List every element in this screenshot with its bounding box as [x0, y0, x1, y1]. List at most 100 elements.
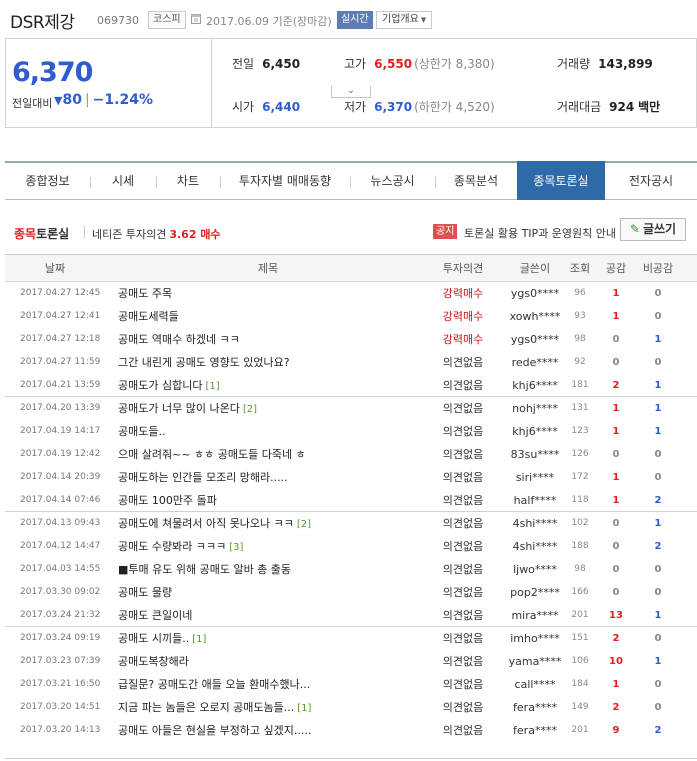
post-views: 96	[574, 288, 586, 298]
post-bad: 0	[654, 587, 662, 598]
table-row[interactable]: 2017.04.13 09:43 공매도에 쳐물려서 아직 못나오나 ㅋㅋ [2] 의…	[5, 512, 697, 535]
post-title-link[interactable]: 공매도에 쳐물려서 아직 못나오나 ㅋㅋ [2]	[118, 512, 418, 535]
post-title-link[interactable]: 공매도 100만주 돌파	[118, 489, 418, 512]
post-title-link[interactable]: 으매 살려줘~~ ㅎㅎ 공매도들 다죽네 ㅎ	[118, 443, 418, 466]
volume-label: 거래량	[557, 57, 591, 71]
post-title-link[interactable]: 지금 파는 놈들은 오로지 공매도놈들... [1]	[118, 696, 418, 719]
lower-limit: (하한가 4,520)	[414, 100, 495, 114]
post-date: 2017.04.14 20:39	[20, 472, 100, 482]
table-row[interactable]: 2017.03.20 14:13 공매도 아들은 현실을 부정하고 싶겠지....…	[5, 719, 697, 742]
tab-overview[interactable]: 종합정보	[5, 163, 90, 200]
market-badge: 코스피	[148, 11, 186, 29]
post-date: 2017.04.21 13:59	[20, 380, 100, 390]
post-title-link[interactable]: 공매도 수량봐라 ㅋㅋㅋ [3]	[118, 535, 418, 558]
chevron-down-icon: ▼	[420, 16, 427, 24]
tab-discussion[interactable]: 종목토론실	[517, 161, 605, 200]
table-row[interactable]: 2017.04.19 12:42 으매 살려줘~~ ㅎㅎ 공매도들 다죽네 ㅎ 의견…	[5, 443, 697, 466]
trade-amount: 거래대금 924 백만	[557, 98, 660, 115]
post-writer: rede****	[511, 356, 559, 369]
tab-disclosure[interactable]: 전자공시	[605, 163, 697, 200]
table-row[interactable]: 2017.03.23 07:39 공매도복창해라 의견없음 yama**** 106 10…	[5, 650, 697, 673]
table-row[interactable]: 2017.04.27 11:59 그간 내린게 공매도 영향도 있었나요? 의견없음…	[5, 351, 697, 374]
post-views: 118	[571, 495, 589, 505]
table-row[interactable]: 2017.04.27 12:41 공매도세력들 강력매수 xowh**** 93 1 0	[5, 305, 697, 328]
post-title: 공매도가 심합니다	[118, 379, 203, 392]
company-info-dropdown[interactable]: 기업개요 ▼	[376, 11, 433, 29]
post-views: 201	[571, 610, 589, 620]
post-bad: 0	[654, 472, 662, 483]
post-title-link[interactable]: 공매도 물량	[118, 581, 418, 604]
post-title-link[interactable]: 공매도들..	[118, 420, 418, 443]
table-row[interactable]: 2017.03.21 16:50 급질문? 공매도간 애들 오늘 환매수했나...…	[5, 673, 697, 696]
post-title-link[interactable]: 공매도가 심합니다 [1]	[118, 374, 418, 397]
table-row[interactable]: 2017.04.12 14:47 공매도 수량봐라 ㅋㅋㅋ [3] 의견없음 4shi*…	[5, 535, 697, 558]
expand-toggle-button[interactable]: ⌄	[331, 86, 371, 98]
post-writer: yama****	[508, 655, 562, 668]
write-button[interactable]: ✎ 글쓰기	[620, 218, 686, 241]
post-title-link[interactable]: 그간 내린게 공매도 영향도 있었나요?	[118, 351, 418, 374]
table-row[interactable]: 2017.04.19 14:17 공매도들.. 의견없음 khj6**** 123 1 1	[5, 420, 697, 443]
column-opinion: 투자의견	[442, 262, 484, 275]
notice-link[interactable]: 토론실 활용 TIP과 운영원칙 안내	[464, 225, 616, 241]
price-change: ▼80 | −1.24%	[54, 92, 153, 108]
post-title-link[interactable]: 공매도 주목	[118, 282, 418, 305]
post-opinion: 의견없음	[442, 402, 484, 415]
tab-label: 차트	[176, 174, 200, 188]
post-bad: 0	[654, 311, 662, 322]
post-date: 2017.03.24 21:32	[20, 610, 100, 620]
post-writer: fera****	[513, 724, 557, 737]
post-good: 1	[612, 472, 620, 483]
tab-news[interactable]: 뉴스공시	[350, 163, 435, 200]
tab-label: 투자자별 매매동향	[238, 174, 332, 188]
table-row[interactable]: 2017.04.27 12:18 공매도 역매수 하겠네 ㅋㅋ 강력매수 ygs0**…	[5, 328, 697, 351]
tab-quotes[interactable]: 시세	[90, 163, 156, 200]
table-row[interactable]: 2017.04.21 13:59 공매도가 심합니다 [1] 의견없음 khj6****…	[5, 374, 697, 397]
post-good: 0	[612, 587, 620, 598]
tab-investor-trends[interactable]: 투자자별 매매동향	[220, 163, 350, 200]
post-good: 1	[612, 288, 620, 299]
column-date: 날짜	[44, 262, 66, 275]
table-header: 날짜 제목 투자의견 글쓴이 조회 공감 비공감	[5, 254, 697, 282]
post-title-link[interactable]: 급질문? 공매도간 애들 오늘 환매수했나...	[118, 673, 418, 696]
table-row[interactable]: 2017.03.24 09:19 공매도 시끼들.. [1] 의견없음 imho****…	[5, 627, 697, 650]
table-row[interactable]: 2017.04.03 14:55 ■투매 유도 위해 공매도 알바 총 출동 의견없…	[5, 558, 697, 581]
post-good: 1	[612, 495, 620, 506]
low-label: 저가	[344, 100, 367, 114]
post-views: 106	[571, 656, 589, 666]
post-opinion: 의견없음	[442, 425, 484, 438]
upper-limit: (상한가 8,380)	[414, 57, 495, 71]
post-writer: siri****	[515, 471, 555, 484]
table-row[interactable]: 2017.03.30 09:02 공매도 물량 의견없음 pop2**** 166 0 0	[5, 581, 697, 604]
post-writer: call****	[514, 678, 556, 691]
post-title: 공매도 주목	[118, 287, 173, 300]
table-row[interactable]: 2017.03.24 21:32 공매도 큰일이네 의견없음 mira**** 201 1…	[5, 604, 697, 627]
post-views: 102	[571, 518, 589, 528]
table-row[interactable]: 2017.04.14 07:46 공매도 100만주 돌파 의견없음 half****…	[5, 489, 697, 512]
post-title-link[interactable]: 공매도 역매수 하겠네 ㅋㅋ	[118, 328, 418, 351]
table-row[interactable]: 2017.04.20 13:39 공매도가 너무 많이 나온다 [2] 의견없음 noh…	[5, 397, 697, 420]
post-writer: ygs0****	[510, 333, 560, 346]
post-title-link[interactable]: 공매도 큰일이네	[118, 604, 418, 627]
tab-analysis[interactable]: 종목분석	[435, 163, 517, 200]
post-good: 1	[612, 403, 620, 414]
post-title-link[interactable]: ■투매 유도 위해 공매도 알바 총 출동	[118, 558, 418, 581]
post-bad: 2	[654, 495, 662, 506]
tab-label: 종합정보	[25, 174, 70, 188]
post-title-link[interactable]: 공매도복창해라	[118, 650, 418, 673]
table-row[interactable]: 2017.03.20 14:51 지금 파는 놈들은 오로지 공매도놈들... [1…	[5, 696, 697, 719]
post-bad: 0	[654, 564, 662, 575]
table-row[interactable]: 2017.04.27 12:45 공매도 주목 강력매수 ygs0**** 96 1 0	[5, 282, 697, 305]
high-price: 고가 6,550 (상한가 8,380)	[344, 55, 495, 72]
table-row[interactable]: 2017.04.14 20:39 공매도하는 인간들 모조리 망해라..... 의견…	[5, 466, 697, 489]
open-label: 시가	[232, 100, 255, 114]
stock-name: DSR제강	[10, 13, 75, 33]
post-date: 2017.04.13 09:43	[20, 518, 100, 528]
post-title-link[interactable]: 공매도세력들	[118, 305, 418, 328]
realtime-button[interactable]: 실시간	[337, 11, 373, 29]
tab-chart[interactable]: 차트	[156, 163, 220, 200]
post-title-link[interactable]: 공매도 아들은 현실을 부정하고 싶겠지.....	[118, 719, 418, 742]
post-title-link[interactable]: 공매도하는 인간들 모조리 망해라.....	[118, 466, 418, 489]
post-title-link[interactable]: 공매도 시끼들.. [1]	[118, 627, 418, 650]
base-date: 2017.06.09 기준(장마감)	[206, 15, 332, 28]
post-title-link[interactable]: 공매도가 너무 많이 나온다 [2]	[118, 397, 418, 420]
